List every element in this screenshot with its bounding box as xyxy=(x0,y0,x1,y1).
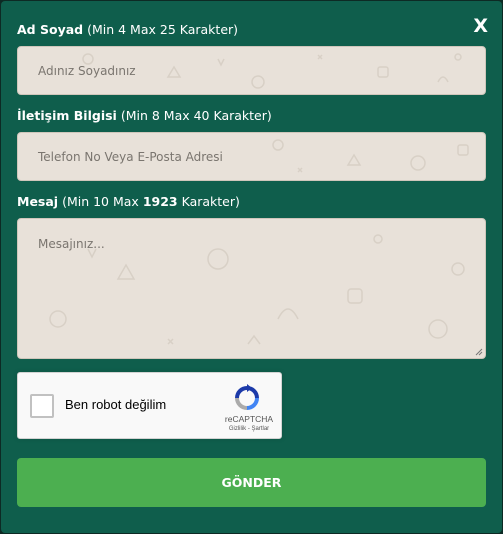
message-textarea[interactable]: Mesajınız... xyxy=(17,218,486,359)
recaptcha-widget: Ben robot değilim reCAPTCHA Gizlilik - Ş… xyxy=(17,372,282,439)
message-label-hint-suffix: Karakter) xyxy=(181,194,240,209)
contact-label-text: İletişim Bilgisi xyxy=(17,108,117,123)
contact-label-hint: (Min 8 Max 40 Karakter) xyxy=(120,108,272,123)
message-label-hint-prefix: (Min 10 Max xyxy=(62,194,139,209)
name-label: Ad Soyad (Min 4 Max 25 Karakter) xyxy=(17,22,238,37)
message-label-text: Mesaj xyxy=(17,194,59,209)
recaptcha-checkbox[interactable] xyxy=(30,394,54,418)
submit-button[interactable]: GÖNDER xyxy=(17,458,486,507)
recaptcha-brand: reCAPTCHA xyxy=(224,414,274,424)
contact-input[interactable]: Telefon No Veya E-Posta Adresi xyxy=(17,132,486,181)
message-label-hint-max: 1923 xyxy=(142,194,178,209)
message-placeholder: Mesajınız... xyxy=(38,237,105,251)
name-placeholder: Adınız Soyadınız xyxy=(38,64,136,78)
recaptcha-links[interactable]: Gizlilik - Şartlar xyxy=(216,426,282,432)
name-label-text: Ad Soyad xyxy=(17,22,84,37)
resize-handle-icon[interactable] xyxy=(475,348,483,356)
close-button[interactable]: X xyxy=(473,17,488,36)
name-label-hint: (Min 4 Max 25 Karakter) xyxy=(87,22,239,37)
contact-placeholder: Telefon No Veya E-Posta Adresi xyxy=(38,150,223,164)
name-input[interactable]: Adınız Soyadınız xyxy=(17,46,486,95)
contact-label: İletişim Bilgisi (Min 8 Max 40 Karakter) xyxy=(17,108,272,123)
recaptcha-checkbox-label: Ben robot değilim xyxy=(65,397,167,412)
recaptcha-logo-icon xyxy=(235,384,259,410)
message-label: Mesaj (Min 10 Max 1923 Karakter) xyxy=(17,194,240,209)
contact-form-modal: X Ad Soyad (Min 4 Max 25 Karakter) Adını… xyxy=(1,1,502,533)
